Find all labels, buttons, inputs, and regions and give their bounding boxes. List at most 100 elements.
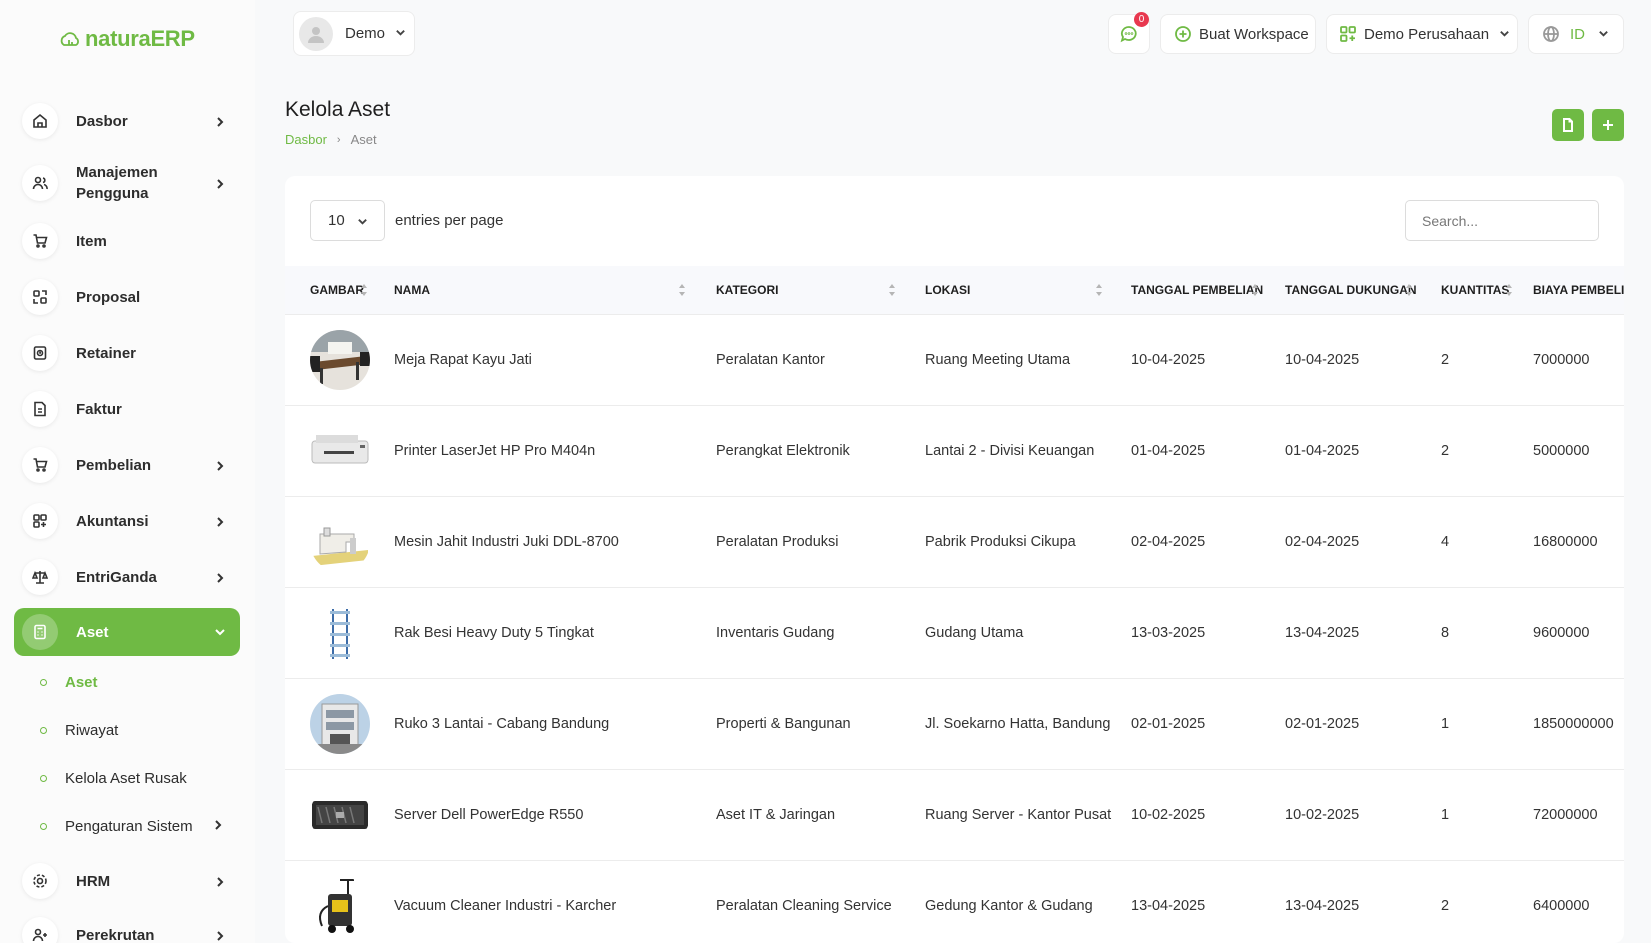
cell-kategori: Peralatan Kantor: [716, 351, 825, 368]
sort-icon: [678, 283, 686, 300]
table-row[interactable]: Server Dell PowerEdge R550 Aset IT & Jar…: [285, 769, 1624, 860]
sidebar-item-label: EntriGanda: [76, 568, 157, 586]
cell-tanggal-dukungan: 10-04-2025: [1285, 351, 1360, 368]
cell-tanggal-pembelian: 13-03-2025: [1131, 624, 1206, 641]
bullet-icon: [40, 775, 47, 782]
table-row[interactable]: Rak Besi Heavy Duty 5 Tingkat Inventaris…: [285, 587, 1624, 678]
sidebar-item-item[interactable]: Item: [14, 221, 240, 261]
column-header-gambar[interactable]: GAMBAR: [285, 266, 394, 314]
user-name: Demo: [345, 25, 386, 42]
cell-biaya-pembelian: 5000000: [1533, 442, 1590, 459]
language-code: ID: [1570, 25, 1585, 43]
breadcrumb-home-link[interactable]: Dasbor: [285, 132, 327, 147]
language-switcher[interactable]: ID: [1528, 14, 1624, 54]
chevron-right-icon: [212, 818, 224, 835]
company-switcher[interactable]: Demo Perusahaan: [1326, 14, 1518, 54]
column-header-kuantitas[interactable]: KUANTITAS: [1441, 266, 1533, 314]
table-row[interactable]: Printer LaserJet HP Pro M404n Perangkat …: [285, 405, 1624, 496]
user-menu[interactable]: Demo: [293, 11, 415, 56]
retainer-icon: [22, 335, 58, 371]
sidebar-item-retainer[interactable]: Retainer: [14, 333, 240, 373]
cell-kuantitas: 1: [1441, 806, 1450, 823]
sidebar-item-pembelian[interactable]: Pembelian: [14, 445, 240, 485]
sidebar-item-manajemen-pengguna[interactable]: Manajemen Pengguna: [14, 161, 240, 205]
messages-button[interactable]: 0: [1108, 12, 1150, 54]
hrm-icon: [22, 863, 58, 899]
proposal-icon: [22, 279, 58, 315]
asset-thumbnail[interactable]: [310, 602, 370, 663]
column-header-kategori[interactable]: KATEGORI: [716, 266, 925, 314]
notification-badge: 0: [1134, 12, 1149, 27]
table-row[interactable]: Meja Rapat Kayu Jati Peralatan Kantor Ru…: [285, 314, 1624, 405]
cell-kategori: Inventaris Gudang: [716, 624, 835, 641]
brand-name-part1: natura: [85, 26, 151, 51]
sort-icon: [1095, 283, 1103, 300]
sort-icon: [888, 283, 896, 300]
avatar: [299, 16, 333, 51]
sidebar-item-label: Dasbor: [76, 112, 128, 130]
column-header-label: TANGGAL PEMBELIAN: [1131, 282, 1264, 297]
sidebar-item-aset[interactable]: Aset: [14, 608, 240, 656]
cell-kategori: Aset IT & Jaringan: [716, 806, 836, 823]
asset-table: GAMBAR NAMA KATEGORI LOKASI TANGGAL PEMB…: [285, 266, 1624, 943]
table-row[interactable]: Vacuum Cleaner Industri - Karcher Perala…: [285, 860, 1624, 943]
asset-thumbnail[interactable]: [310, 329, 370, 390]
server-image: [310, 784, 370, 845]
create-workspace-button[interactable]: Buat Workspace: [1160, 14, 1316, 54]
asset-thumbnail[interactable]: [310, 420, 370, 481]
cell-kuantitas: 8: [1441, 624, 1450, 641]
breadcrumb-current: Aset: [350, 132, 377, 147]
sidebar-item-dasbor[interactable]: Dasbor: [14, 101, 240, 141]
column-header-biaya-pembelian[interactable]: BIAYA PEMBELIAN: [1533, 266, 1624, 314]
table-row[interactable]: Mesin Jahit Industri Juki DDL-8700 Peral…: [285, 496, 1624, 587]
cell-kuantitas: 4: [1441, 533, 1450, 550]
subnav-item-pengaturan-sistem[interactable]: Pengaturan Sistem: [40, 818, 230, 835]
column-header-tanggal-pembelian[interactable]: TANGGAL PEMBELIAN: [1131, 266, 1285, 314]
chevron-down-icon: [214, 626, 226, 641]
asset-thumbnail[interactable]: [310, 875, 370, 936]
file-icon: [1563, 118, 1573, 132]
cell-lokasi: Gudang Utama: [925, 624, 1024, 641]
column-header-tanggal-dukungan[interactable]: TANGGAL DUKUNGAN: [1285, 266, 1441, 314]
cell-tanggal-dukungan: 13-04-2025: [1285, 624, 1360, 641]
asset-thumbnail[interactable]: [310, 693, 370, 754]
sidebar-item-akuntansi[interactable]: Akuntansi: [14, 501, 240, 541]
subnav-item-aset[interactable]: Aset: [40, 674, 98, 691]
sidebar-item-perekrutan[interactable]: Perekrutan: [14, 915, 240, 943]
shelf-image: [310, 602, 370, 663]
subnav-item-kelola-aset-rusak[interactable]: Kelola Aset Rusak: [40, 770, 187, 787]
cell-tanggal-dukungan: 10-02-2025: [1285, 806, 1360, 823]
column-header-lokasi[interactable]: LOKASI: [925, 266, 1131, 314]
meeting-table-image: [310, 329, 370, 390]
sidebar-item-label: Retainer: [76, 344, 137, 362]
subnav-label: Pengaturan Sistem: [65, 818, 193, 835]
brand-logo[interactable]: naturaERP: [59, 26, 195, 52]
cell-nama: Rak Besi Heavy Duty 5 Tingkat: [394, 624, 594, 641]
search-input[interactable]: [1405, 200, 1599, 241]
chevron-right-icon: [214, 178, 226, 193]
sidebar-item-faktur[interactable]: Faktur: [14, 389, 240, 429]
cell-tanggal-pembelian: 13-04-2025: [1131, 897, 1206, 914]
cell-tanggal-pembelian: 02-01-2025: [1131, 715, 1206, 732]
calculator-icon: [22, 614, 58, 650]
sidebar-item-label: HRM: [76, 872, 111, 890]
add-asset-button[interactable]: [1592, 109, 1624, 141]
export-button[interactable]: [1552, 109, 1584, 141]
subnav-item-riwayat[interactable]: Riwayat: [40, 722, 118, 739]
subnav-label: Aset: [65, 674, 98, 691]
page-title: Kelola Aset: [285, 98, 391, 121]
asset-table-card: 10 entries per page GAMBAR NAMA KATEGORI…: [285, 176, 1624, 943]
asset-thumbnail[interactable]: [310, 511, 370, 572]
table-row[interactable]: Ruko 3 Lantai - Cabang Bandung Properti …: [285, 678, 1624, 769]
column-header-nama[interactable]: NAMA: [394, 266, 716, 314]
sidebar-item-entriganda[interactable]: EntriGanda: [14, 557, 240, 597]
cell-biaya-pembelian: 6400000: [1533, 897, 1590, 914]
breadcrumb: Dasbor › Aset: [285, 132, 377, 147]
sidebar-item-label: Proposal: [76, 288, 141, 306]
asset-thumbnail[interactable]: [310, 784, 370, 845]
sidebar-item-hrm[interactable]: HRM: [14, 861, 240, 901]
sidebar-item-proposal[interactable]: Proposal: [14, 277, 240, 317]
entries-per-page-select[interactable]: 10: [310, 200, 385, 241]
printer-image: [310, 420, 370, 481]
globe-icon: [1543, 26, 1559, 42]
